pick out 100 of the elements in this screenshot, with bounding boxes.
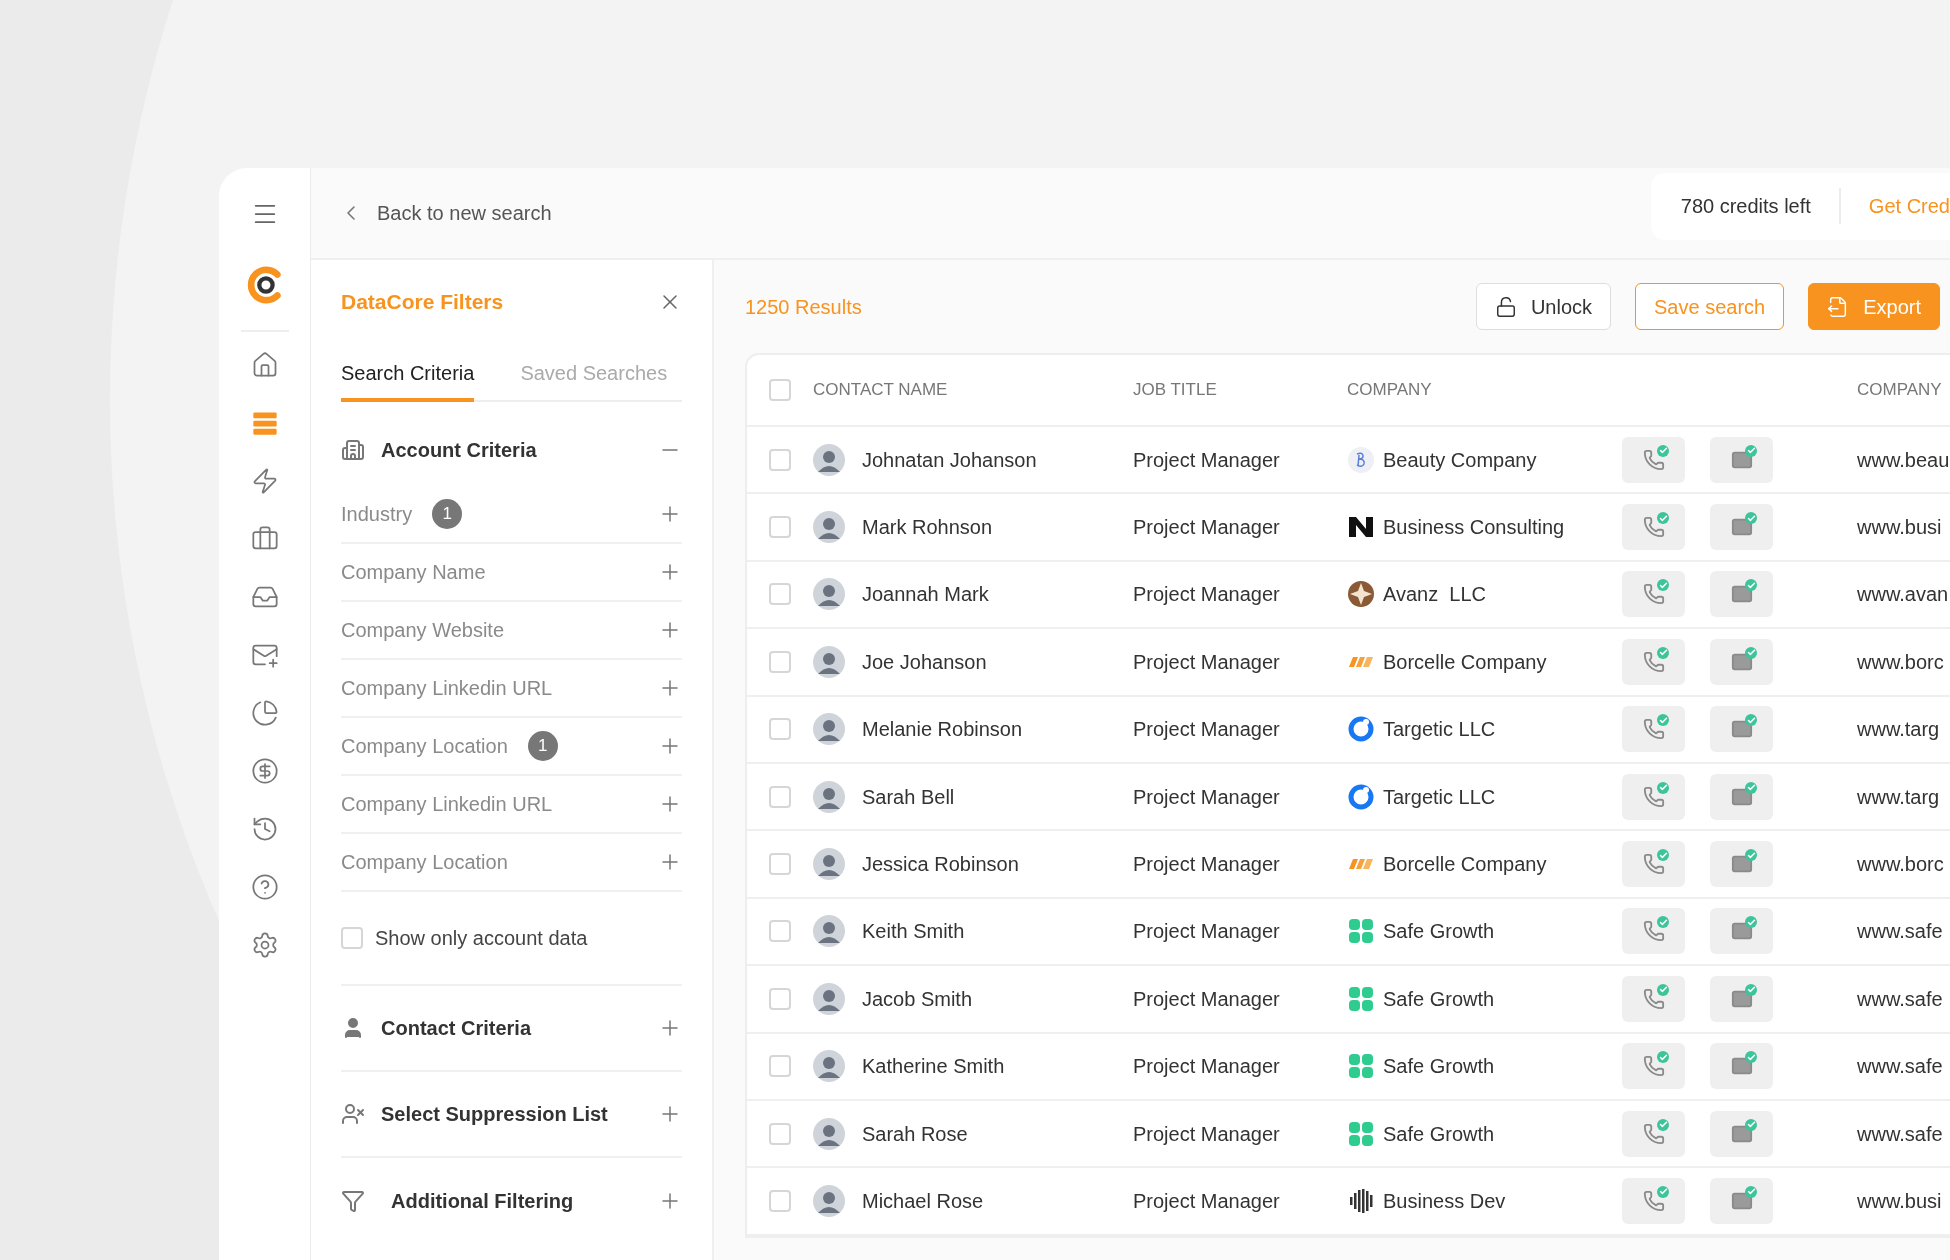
avatar: [813, 1117, 845, 1150]
phone-icon: [1642, 1055, 1665, 1078]
call-button[interactable]: [1622, 1178, 1685, 1224]
row-checkbox[interactable]: [769, 1122, 791, 1145]
row-checkbox[interactable]: [769, 920, 791, 943]
call-button[interactable]: [1622, 436, 1685, 483]
phone-icon: [1642, 650, 1665, 673]
column-header: JOB TITLE: [1133, 379, 1218, 402]
section-title[interactable]: Select Suppression List: [381, 1098, 608, 1129]
phone-icon: [1642, 987, 1665, 1010]
job-title: Project Manager: [1133, 515, 1281, 541]
company-name: Safe Growth: [1383, 919, 1495, 945]
row-checkbox[interactable]: [769, 583, 791, 606]
company-logo-icon: [1347, 1187, 1375, 1215]
job-title: Project Manager: [1133, 1121, 1281, 1147]
call-button[interactable]: [1622, 571, 1685, 618]
filter-tab[interactable]: Search Criteria: [341, 357, 475, 402]
company-logo-icon: [1347, 445, 1375, 474]
table-row[interactable]: Michael Rose Project Manager Business Dev www.busi: [747, 1168, 1950, 1236]
row-checkbox[interactable]: [769, 853, 791, 876]
row-checkbox[interactable]: [769, 987, 791, 1010]
section-title[interactable]: Contact Criteria: [381, 1012, 532, 1043]
avatar: [813, 578, 845, 611]
call-button[interactable]: [1622, 841, 1685, 888]
checkbox[interactable]: [341, 926, 363, 949]
website: www.beau: [1857, 447, 1950, 473]
pie-chart-icon[interactable]: [250, 699, 279, 727]
company-name: Borcelle Company: [1383, 852, 1547, 878]
company-name: Safe Growth: [1383, 986, 1495, 1012]
table-row[interactable]: Sarah Rose Project Manager Safe Growth www.safe: [747, 1100, 1950, 1169]
row-checkbox[interactable]: [769, 650, 791, 673]
company-name: Business Consulting: [1383, 515, 1565, 541]
email-button[interactable]: [1710, 1110, 1773, 1157]
row-checkbox[interactable]: [769, 516, 791, 539]
filter-icon: [341, 1188, 365, 1213]
table-row[interactable]: Joe Johanson Project Manager Borcelle Company www.borc: [747, 629, 1950, 697]
contact-name: Jessica Robinson: [862, 852, 1019, 878]
phone-icon: [1642, 920, 1665, 943]
call-button[interactable]: [1622, 638, 1685, 685]
contact-name: Katherine Smith: [862, 1054, 1005, 1080]
website: www.avan: [1857, 582, 1949, 608]
table-row[interactable]: Keith Smith Project Manager Safe Growth www.safe: [747, 898, 1950, 967]
company-name: Safe Growth: [1383, 1121, 1495, 1147]
contact-name: Michael Rose: [862, 1189, 984, 1214]
select-all-checkbox[interactable]: [769, 379, 791, 401]
table-row[interactable]: Jessica Robinson Project Manager Borcelle Company www.borc: [747, 831, 1950, 899]
dollar-icon[interactable]: [250, 757, 279, 785]
job-title: Project Manager: [1133, 649, 1281, 675]
avatar: [813, 713, 845, 746]
email-button[interactable]: [1710, 1043, 1773, 1090]
table-row[interactable]: Sarah Bell Project Manager Targetic LLC www.targ: [747, 763, 1950, 832]
phone-icon: [1642, 853, 1665, 876]
job-title: Project Manager: [1133, 986, 1281, 1012]
email-button[interactable]: [1710, 773, 1773, 820]
person-crossed-icon: [341, 1101, 365, 1126]
results-count: 1250 Results: [745, 294, 862, 320]
unlock-button[interactable]: Unlock: [1475, 283, 1611, 330]
table-row[interactable]: Joannah Mark Project Manager Avanz LLC www.avan: [747, 561, 1950, 630]
company-name: Business Dev: [1383, 1189, 1506, 1214]
filter-label[interactable]: Company Website: [341, 614, 505, 645]
row-checkbox[interactable]: [769, 1190, 791, 1212]
count-badge: 1: [432, 498, 463, 529]
call-button[interactable]: [1622, 773, 1685, 820]
website: www.targ: [1857, 717, 1940, 743]
row-checkbox[interactable]: [769, 448, 791, 471]
company-logo-icon: [1347, 782, 1375, 811]
call-button[interactable]: [1622, 504, 1685, 551]
avatar: [813, 1050, 845, 1083]
section-title[interactable]: Additional Filtering: [391, 1185, 574, 1216]
help-icon[interactable]: [250, 873, 279, 901]
call-button[interactable]: [1622, 1110, 1685, 1157]
email-button[interactable]: [1710, 706, 1773, 753]
email-button[interactable]: [1710, 975, 1773, 1022]
email-button[interactable]: [1710, 1178, 1773, 1224]
table-row[interactable]: Jacob Smith Project Manager Safe Growth www.safe: [747, 966, 1950, 1034]
call-button[interactable]: [1622, 1043, 1685, 1090]
call-button[interactable]: [1622, 975, 1685, 1022]
row-checkbox[interactable]: [769, 718, 791, 741]
email-button[interactable]: [1710, 504, 1773, 551]
email-button[interactable]: [1710, 841, 1773, 888]
email-button[interactable]: [1710, 571, 1773, 618]
contact-name: Joannah Mark: [862, 582, 989, 608]
website: www.safe: [1857, 1121, 1943, 1147]
table-row[interactable]: Melanie Robinson Project Manager Targetic LLC www.targ: [747, 696, 1950, 764]
row-checkbox[interactable]: [769, 785, 791, 808]
table-row[interactable]: Johnatan Johanson Project Manager Beauty Company www.beau: [747, 427, 1950, 495]
avatar: [813, 780, 845, 813]
email-button[interactable]: [1710, 638, 1773, 685]
email-button[interactable]: [1710, 908, 1773, 955]
table-row[interactable]: Katherine Smith Project Manager Safe Growth www.safe: [747, 1033, 1950, 1101]
contact-name: Mark Rohnson: [862, 515, 993, 541]
row-checkbox[interactable]: [769, 1055, 791, 1078]
table-row[interactable]: Mark Rohnson Project Manager Business Consulting www.busi: [747, 494, 1950, 562]
back-link[interactable]: Back to new search: [339, 198, 552, 228]
call-button[interactable]: [1622, 908, 1685, 955]
contact-name: Melanie Robinson: [862, 717, 1023, 743]
avatar: [813, 1185, 845, 1217]
email-button[interactable]: [1710, 436, 1773, 483]
call-button[interactable]: [1622, 706, 1685, 753]
phone-icon: [1642, 1190, 1665, 1212]
